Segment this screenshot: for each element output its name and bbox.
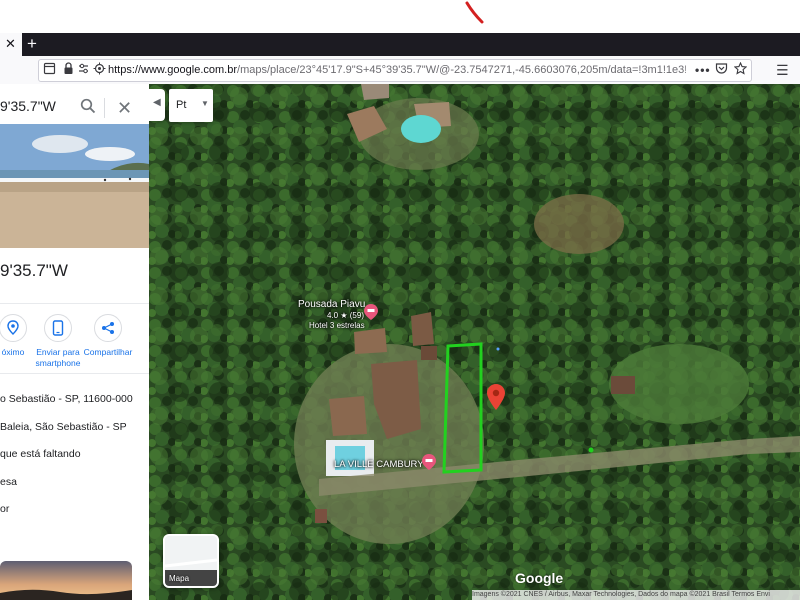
photo-thumbnail[interactable] [0, 561, 132, 600]
map-attribution[interactable]: Imagens ©2021 CNES / Airbus, Maxar Techn… [472, 590, 800, 600]
chevron-down-icon: ▼ [201, 99, 209, 108]
search-box[interactable]: 9'35.7"W ✕ [0, 92, 142, 124]
satellite-imagery [149, 84, 800, 600]
collapse-panel-button[interactable]: ◀ [149, 89, 165, 121]
search-divider [104, 98, 105, 118]
send-to-phone-action[interactable]: Enviar para smartphone [33, 314, 83, 369]
poi-subtitle: Hotel 3 estrelas [309, 321, 365, 330]
info-add-missing[interactable]: que está faltando [0, 448, 81, 460]
page-info-icon[interactable] [43, 62, 56, 79]
pocket-icon[interactable] [715, 62, 728, 79]
url-text[interactable]: https://www.google.com.br/maps/place/23°… [108, 63, 686, 78]
lock-icon[interactable] [63, 62, 74, 79]
browser-tab-bar: ✕ + [0, 33, 800, 56]
close-tab-icon[interactable]: ✕ [5, 36, 16, 52]
poi-rating-star: ★ [340, 311, 348, 320]
language-dropdown[interactable]: Pt ▼ [169, 89, 213, 122]
close-icon[interactable]: ✕ [117, 98, 132, 118]
browser-toolbar: https://www.google.com.br/maps/place/23°… [0, 56, 800, 85]
phone-icon [44, 314, 72, 342]
location-pin-icon[interactable] [487, 384, 505, 410]
info-business[interactable]: esa [0, 476, 17, 488]
permissions-icon[interactable] [77, 62, 90, 79]
chevron-left-icon: ◀ [153, 97, 161, 108]
search-icon[interactable] [80, 98, 96, 119]
send-to-phone-label: Enviar para smartphone [35, 347, 81, 368]
new-tab-button[interactable]: + [27, 34, 37, 54]
more-actions-icon[interactable]: ••• [695, 62, 711, 78]
hotel-pin-icon[interactable] [364, 304, 378, 320]
location-permission-icon[interactable] [93, 62, 106, 79]
annotation-mark [465, 1, 484, 24]
layer-label: Mapa [169, 574, 190, 583]
info-area[interactable]: Baleia, São Sebastião - SP [0, 421, 127, 433]
share-icon [94, 314, 122, 342]
share-action[interactable]: Compartilhar [83, 314, 133, 358]
divider [0, 303, 149, 304]
poi-rating: 4.0 ★ (59) [327, 311, 364, 320]
google-logo: Google [515, 570, 564, 586]
screen-top-area [0, 0, 800, 33]
share-label: Compartilhar [83, 347, 133, 357]
bookmark-star-icon[interactable] [733, 61, 748, 79]
hotel-pin-icon-2[interactable] [422, 454, 436, 470]
info-address[interactable]: o Sebastião - SP, 11600-000 [0, 393, 133, 405]
poi-name-pousada-piavu[interactable]: Pousada Piavu [298, 299, 365, 310]
browser-tab[interactable]: ✕ [0, 33, 22, 56]
language-value: Pt [176, 99, 187, 111]
map-layer-toggle[interactable]: Mapa [163, 534, 219, 588]
satellite-map[interactable]: Pousada Piavu 4.0 ★ (59) Hotel 3 estrela… [149, 84, 800, 600]
info-label[interactable]: or [0, 503, 9, 515]
poi-review-count: (59) [349, 311, 364, 320]
url-path: /maps/place/23°45'17.9"S+45°39'35.7"W/@-… [237, 64, 686, 76]
place-title: 9'35.7"W [0, 261, 68, 280]
nearby-icon [0, 314, 27, 342]
place-side-panel: 9'35.7"W ✕ 9'35.7"W óximo Enviar para sm… [0, 84, 149, 600]
address-bar[interactable]: https://www.google.com.br/maps/place/23°… [38, 59, 752, 82]
place-photo[interactable] [0, 124, 149, 248]
divider [0, 373, 149, 374]
url-host: https://www.google.com.br [108, 64, 238, 76]
search-input[interactable]: 9'35.7"W [0, 98, 56, 114]
poi-rating-value: 4.0 [327, 311, 339, 320]
app-menu-icon[interactable]: ☰ [776, 62, 789, 78]
poi-name-la-ville-cambury[interactable]: LA VILLE CAMBURY [334, 459, 424, 470]
